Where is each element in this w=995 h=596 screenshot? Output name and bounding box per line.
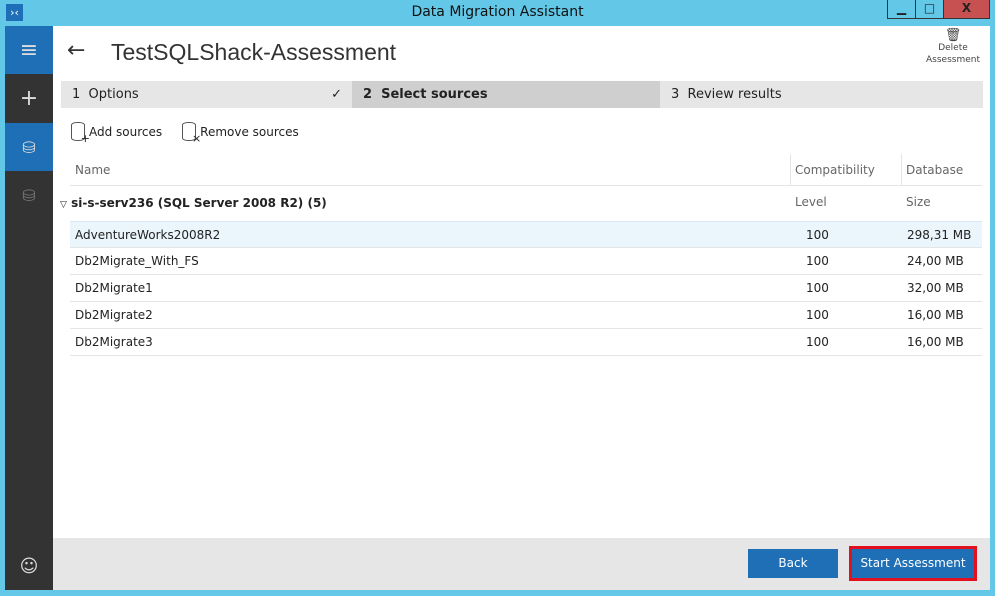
header-database-size[interactable]: Database Size <box>901 154 982 209</box>
table-row[interactable]: Db2Migrate1 100 32,00 MB <box>70 275 982 302</box>
table-row[interactable]: AdventureWorks2008R2 100 298,31 MB <box>70 221 982 248</box>
table-row[interactable]: Db2Migrate3 100 16,00 MB <box>70 329 982 356</box>
hamburger-menu-icon[interactable]: ≡ <box>5 26 53 74</box>
add-sources-button[interactable]: + Add sources <box>71 122 162 145</box>
new-project-icon[interactable]: + <box>5 74 53 122</box>
close-button[interactable]: X <box>944 0 989 18</box>
remove-database-icon: × <box>182 122 201 145</box>
delete-assessment-button[interactable]: 🗑 Delete Assessment <box>926 28 980 66</box>
table-row[interactable]: Db2Migrate_With_FS 100 24,00 MB <box>70 248 982 275</box>
server-group[interactable]: ▽ si-s-serv236 (SQL Server 2008 R2) (5) <box>60 186 982 221</box>
database-assessment-icon[interactable]: ⛁ <box>5 123 53 171</box>
main-panel: ← TestSQLShack-Assessment 🗑 Delete Asses… <box>53 26 990 590</box>
back-button[interactable]: Back <box>748 549 838 578</box>
checkmark-icon: ✓ <box>331 87 342 102</box>
minimize-button[interactable]: ▁ <box>888 0 916 18</box>
trash-icon: 🗑 <box>944 28 962 43</box>
page-title: TestSQLShack-Assessment <box>111 39 397 65</box>
add-database-icon: + <box>71 122 90 145</box>
wizard-steps: 1 Options ✓ 2 Select sources 3 Review res… <box>61 81 983 108</box>
remove-sources-button[interactable]: × Remove sources <box>182 122 299 145</box>
maximize-button[interactable]: □ <box>916 0 944 18</box>
sidebar: ≡ + ⛁ ⛁ ☺ <box>5 26 53 590</box>
footer-bar: Back Start Assessment <box>53 538 990 590</box>
header-name[interactable]: Name <box>70 154 790 185</box>
window-title: Data Migration Assistant <box>411 4 584 20</box>
step-options[interactable]: 1 Options ✓ <box>61 81 352 108</box>
database-migration-icon[interactable]: ⛁ <box>5 171 53 219</box>
table-row[interactable]: Db2Migrate2 100 16,00 MB <box>70 302 982 329</box>
header-compatibility-level[interactable]: Compatibility Level <box>790 154 901 209</box>
sources-table: Name Compatibility Level Database Size ▽… <box>60 154 982 356</box>
step-review-results[interactable]: 3 Review results <box>660 81 983 108</box>
feedback-smiley-icon[interactable]: ☺ <box>5 542 53 590</box>
collapse-triangle-icon[interactable]: ▽ <box>60 200 67 210</box>
back-arrow-icon[interactable]: ← <box>67 38 85 63</box>
start-assessment-button[interactable]: Start Assessment <box>849 546 977 581</box>
step-select-sources[interactable]: 2 Select sources <box>352 81 660 108</box>
title-bar: ›‹ Data Migration Assistant ▁ □ X <box>0 0 995 26</box>
